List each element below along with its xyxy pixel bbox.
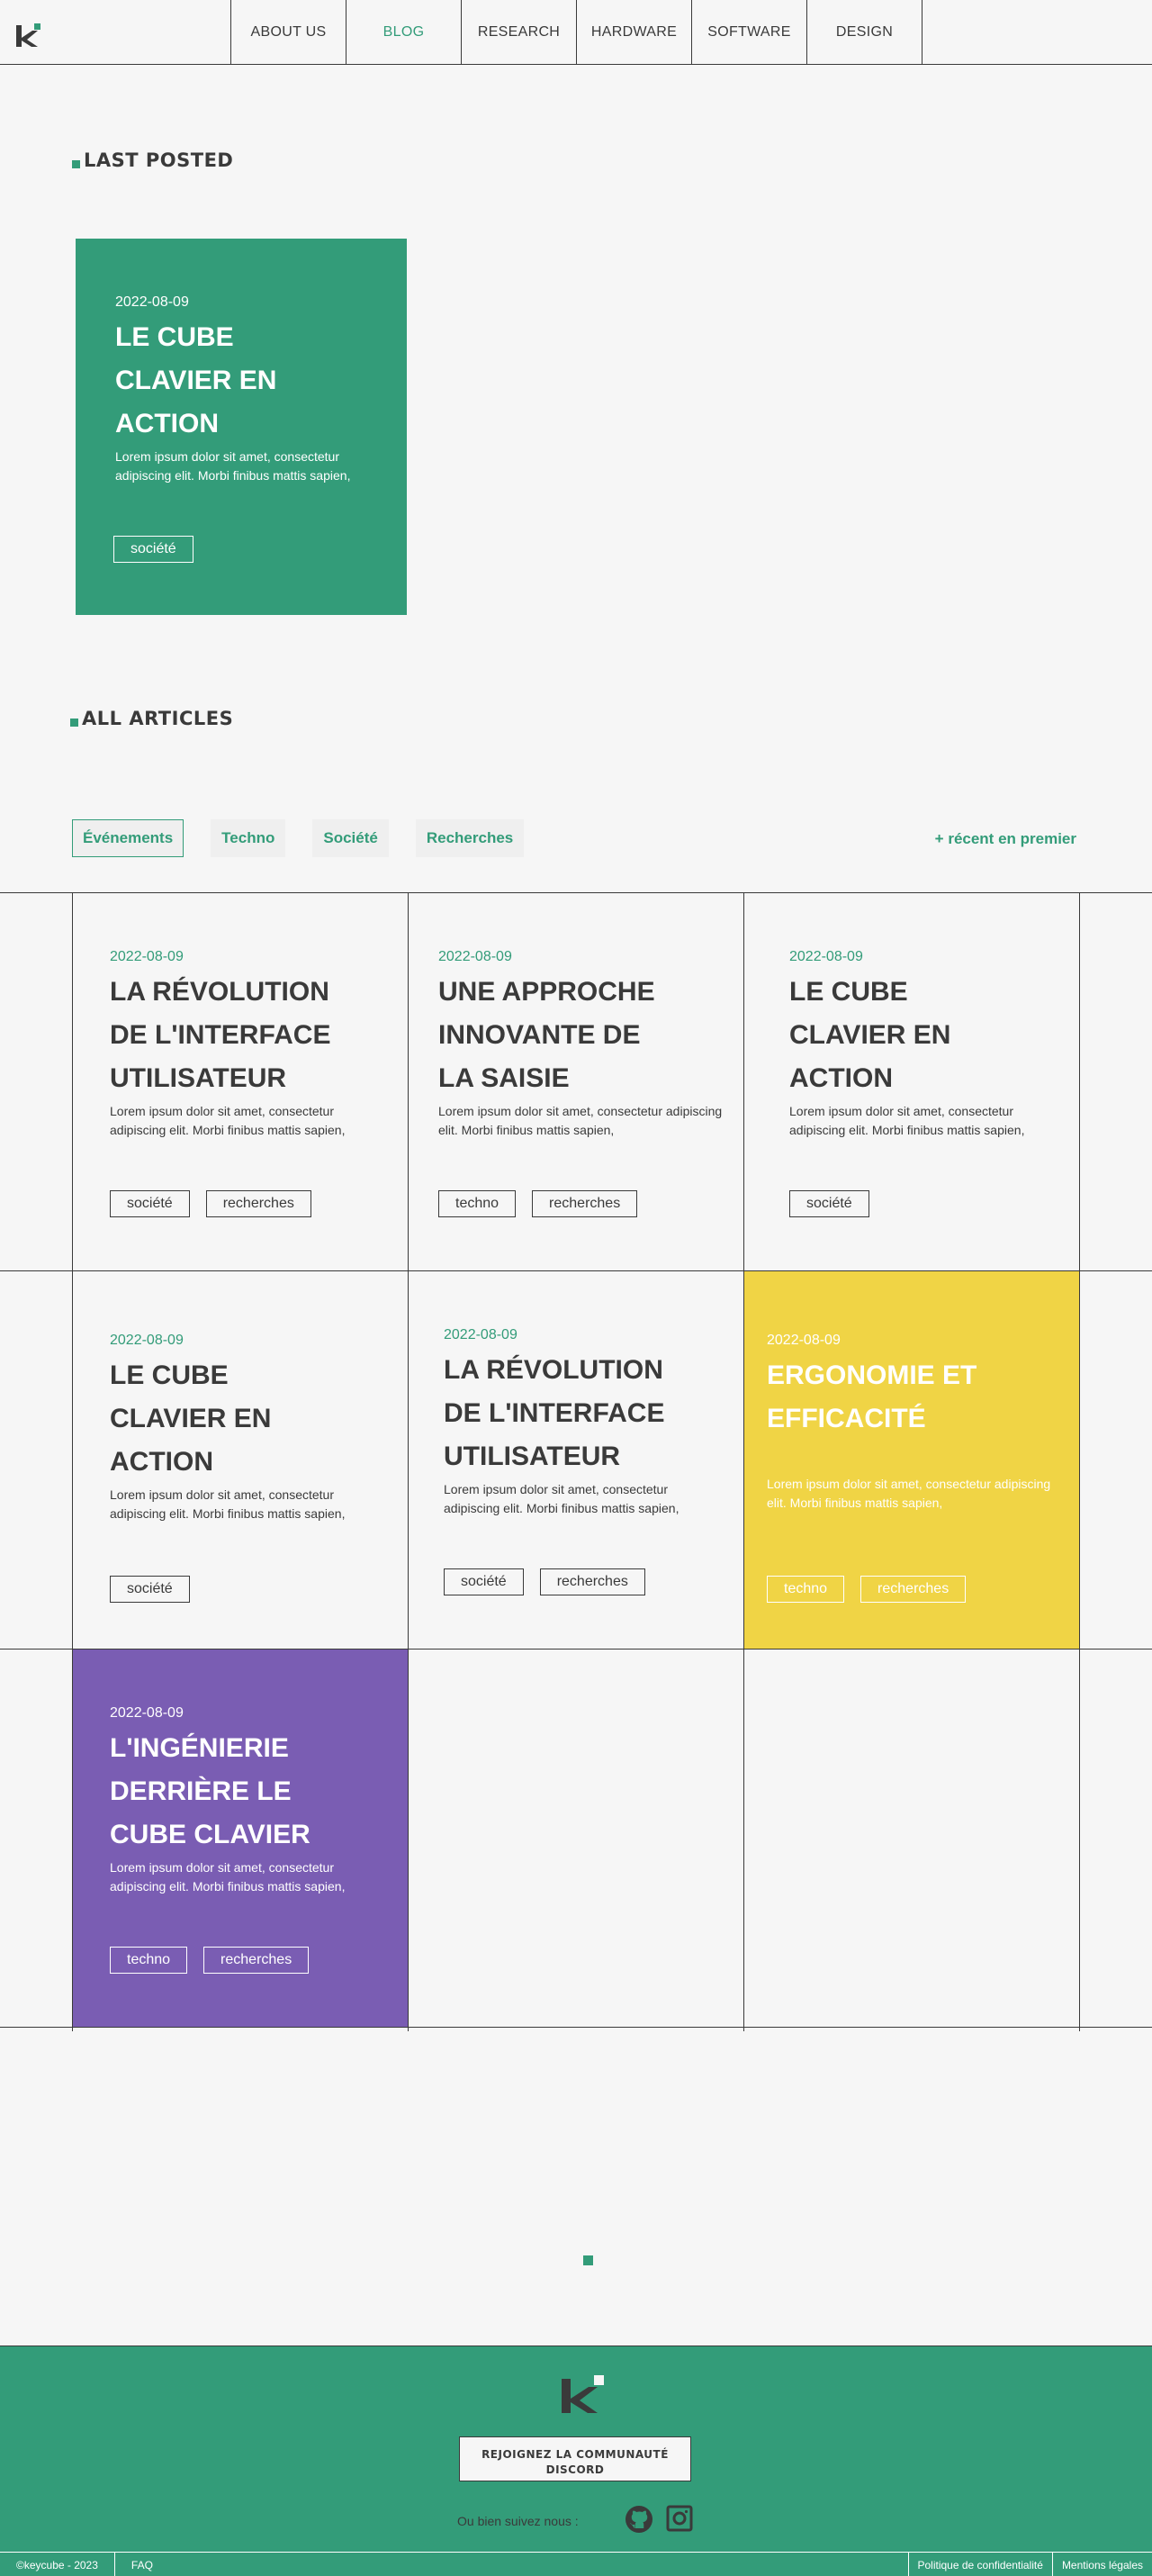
legal-notice-link[interactable]: Mentions légales [1051, 2552, 1152, 2576]
article-card[interactable]: 2022-08-09 LE CUBE CLAVIER EN ACTION Lor… [72, 1271, 408, 1649]
article-date: 2022-08-09 [110, 949, 184, 964]
article-excerpt: Lorem ipsum dolor sit amet, consectetur … [110, 1487, 346, 1521]
tag-recherches[interactable]: recherches [539, 1568, 645, 1595]
article-title: LE CUBE CLAVIER EN ACTION [789, 977, 951, 1093]
filter-recherches[interactable]: Recherches [415, 819, 525, 857]
keycube-logo[interactable] [16, 23, 41, 47]
article-date: 2022-08-09 [444, 1327, 518, 1342]
tag-recherches[interactable]: recherches [205, 1190, 311, 1217]
top-nav: ABOUT US BLOG RESEARCH HARDWARE SOFTWARE… [0, 0, 1152, 65]
grid-line [0, 2027, 1152, 2028]
filter-bar: Événements Techno Société Recherches [72, 819, 551, 857]
article-title: LE CUBE CLAVIER EN ACTION [115, 322, 277, 438]
legal-links: Politique de confidentialité Mentions lé… [907, 2552, 1152, 2576]
nav-about-us[interactable]: ABOUT US [231, 0, 346, 65]
article-excerpt: Lorem ipsum dolor sit amet, consectetur … [110, 1860, 346, 1894]
footer-bottom-bar: ©keycube - 2023 FAQ Politique de confide… [0, 2552, 1152, 2576]
tag-techno[interactable]: techno [110, 1947, 188, 1974]
tag-list: société [113, 536, 194, 563]
scroll-indicator-icon [583, 2255, 593, 2265]
article-card-featured-yellow[interactable]: 2022-08-09 ERGONOMIE ET EFFICACITÉ Lorem… [743, 1271, 1079, 1649]
article-title: L'INGÉNIERIE DERRIÈRE LE CUBE CLAVIER [110, 1733, 310, 1849]
tag-recherches[interactable]: recherches [860, 1576, 967, 1603]
nav-hardware[interactable]: HARDWARE [577, 0, 692, 65]
faq-link[interactable]: FAQ [115, 2553, 169, 2576]
article-card-featured-purple[interactable]: 2022-08-09 L'INGÉNIERIE DERRIÈRE LE CUBE… [72, 1650, 408, 2027]
article-card[interactable]: 2022-08-09 UNE APPROCHE INNOVANTE DE LA … [408, 893, 743, 1270]
all-articles-title: ALL ARTICLES [82, 708, 234, 729]
article-excerpt: Lorem ipsum dolor sit amet, consectetur … [444, 1482, 680, 1515]
grid-line [743, 892, 744, 2031]
heading-square-icon [70, 718, 78, 727]
sort-button[interactable]: + récent en premier [935, 830, 1076, 848]
page: ABOUT US BLOG RESEARCH HARDWARE SOFTWARE… [0, 0, 1152, 2576]
tag-list: techno recherches [438, 1190, 638, 1217]
main-nav: ABOUT US BLOG RESEARCH HARDWARE SOFTWARE… [230, 0, 922, 65]
article-title: LA RÉVOLUTION DE L'INTERFACE UTILISATEUR [110, 977, 331, 1093]
article-date: 2022-08-09 [110, 1333, 184, 1348]
grid-line [1079, 892, 1080, 2031]
tag-list: société recherches [444, 1568, 645, 1595]
heading-square-icon [72, 159, 80, 168]
article-date: 2022-08-09 [767, 1333, 841, 1348]
tag-societe[interactable]: société [789, 1190, 869, 1217]
instagram-icon[interactable] [666, 2505, 693, 2532]
article-title: UNE APPROCHE INNOVANTE DE LA SAISIE [438, 977, 655, 1093]
tag-list: société [110, 1576, 190, 1603]
follow-label: Ou bien suivez nous : [457, 2514, 579, 2528]
article-card[interactable]: 2022-08-09 LA RÉVOLUTION DE L'INTERFACE … [408, 1271, 743, 1649]
tag-recherches[interactable]: recherches [532, 1190, 638, 1217]
tag-list: techno recherches [767, 1576, 967, 1603]
privacy-link[interactable]: Politique de confidentialité [907, 2552, 1052, 2576]
grid-line [0, 1270, 1152, 1271]
grid-line [72, 892, 73, 2031]
github-icon[interactable] [625, 2505, 653, 2534]
copyright: ©keycube - 2023 [0, 2552, 115, 2576]
tag-list: techno recherches [110, 1947, 310, 1974]
article-date: 2022-08-09 [110, 1705, 184, 1721]
article-excerpt: Lorem ipsum dolor sit amet, consectetur … [438, 1104, 723, 1137]
tag-list: société [789, 1190, 869, 1217]
article-title: ERGONOMIE ET EFFICACITÉ [767, 1360, 977, 1433]
article-card[interactable]: 2022-08-09 LA RÉVOLUTION DE L'INTERFACE … [72, 893, 408, 1270]
article-excerpt: Lorem ipsum dolor sit amet, consectetur … [115, 449, 351, 483]
nav-software[interactable]: SOFTWARE [692, 0, 807, 65]
grid-line [0, 892, 1152, 893]
tag-societe[interactable]: société [113, 536, 194, 563]
filter-techno[interactable]: Techno [211, 819, 286, 857]
keycube-logo[interactable] [562, 2375, 605, 2413]
tag-societe[interactable]: société [444, 1568, 524, 1595]
nav-research[interactable]: RESEARCH [462, 0, 577, 65]
footer: REJOIGNEZ LA COMMUNAUTÉ DISCORD Ou bien … [0, 2346, 1152, 2576]
article-date: 2022-08-09 [438, 949, 512, 964]
filter-societe[interactable]: Société [312, 819, 389, 857]
tag-list: société recherches [110, 1190, 311, 1217]
article-excerpt: Lorem ipsum dolor sit amet, consectetur … [110, 1104, 346, 1137]
article-date: 2022-08-09 [789, 949, 863, 964]
last-posted-title: LAST POSTED [84, 149, 234, 171]
article-date: 2022-08-09 [115, 294, 189, 310]
tag-techno[interactable]: techno [438, 1190, 517, 1217]
tag-techno[interactable]: techno [767, 1576, 845, 1603]
join-discord-button[interactable]: REJOIGNEZ LA COMMUNAUTÉ DISCORD [459, 2436, 691, 2481]
nav-blog[interactable]: BLOG [346, 0, 462, 65]
article-excerpt: Lorem ipsum dolor sit amet, consectetur … [789, 1104, 1025, 1137]
article-excerpt: Lorem ipsum dolor sit amet, consectetur … [767, 1477, 1051, 1510]
nav-design[interactable]: DESIGN [807, 0, 922, 65]
article-card[interactable]: 2022-08-09 LE CUBE CLAVIER EN ACTION Lor… [743, 893, 1079, 1270]
grid-line [0, 1649, 1152, 1650]
article-title: LA RÉVOLUTION DE L'INTERFACE UTILISATEUR [444, 1355, 665, 1471]
tag-societe[interactable]: société [110, 1190, 190, 1217]
grid-line [408, 892, 409, 2031]
article-title: LE CUBE CLAVIER EN ACTION [110, 1360, 272, 1477]
all-articles-heading: ALL ARTICLES [70, 708, 233, 729]
tag-societe[interactable]: société [110, 1576, 190, 1603]
last-posted-heading: LAST POSTED [72, 149, 233, 171]
filter-evenements[interactable]: Événements [72, 819, 184, 857]
tag-recherches[interactable]: recherches [203, 1947, 310, 1974]
last-posted-card[interactable]: 2022-08-09 LE CUBE CLAVIER EN ACTION Lor… [76, 239, 407, 615]
